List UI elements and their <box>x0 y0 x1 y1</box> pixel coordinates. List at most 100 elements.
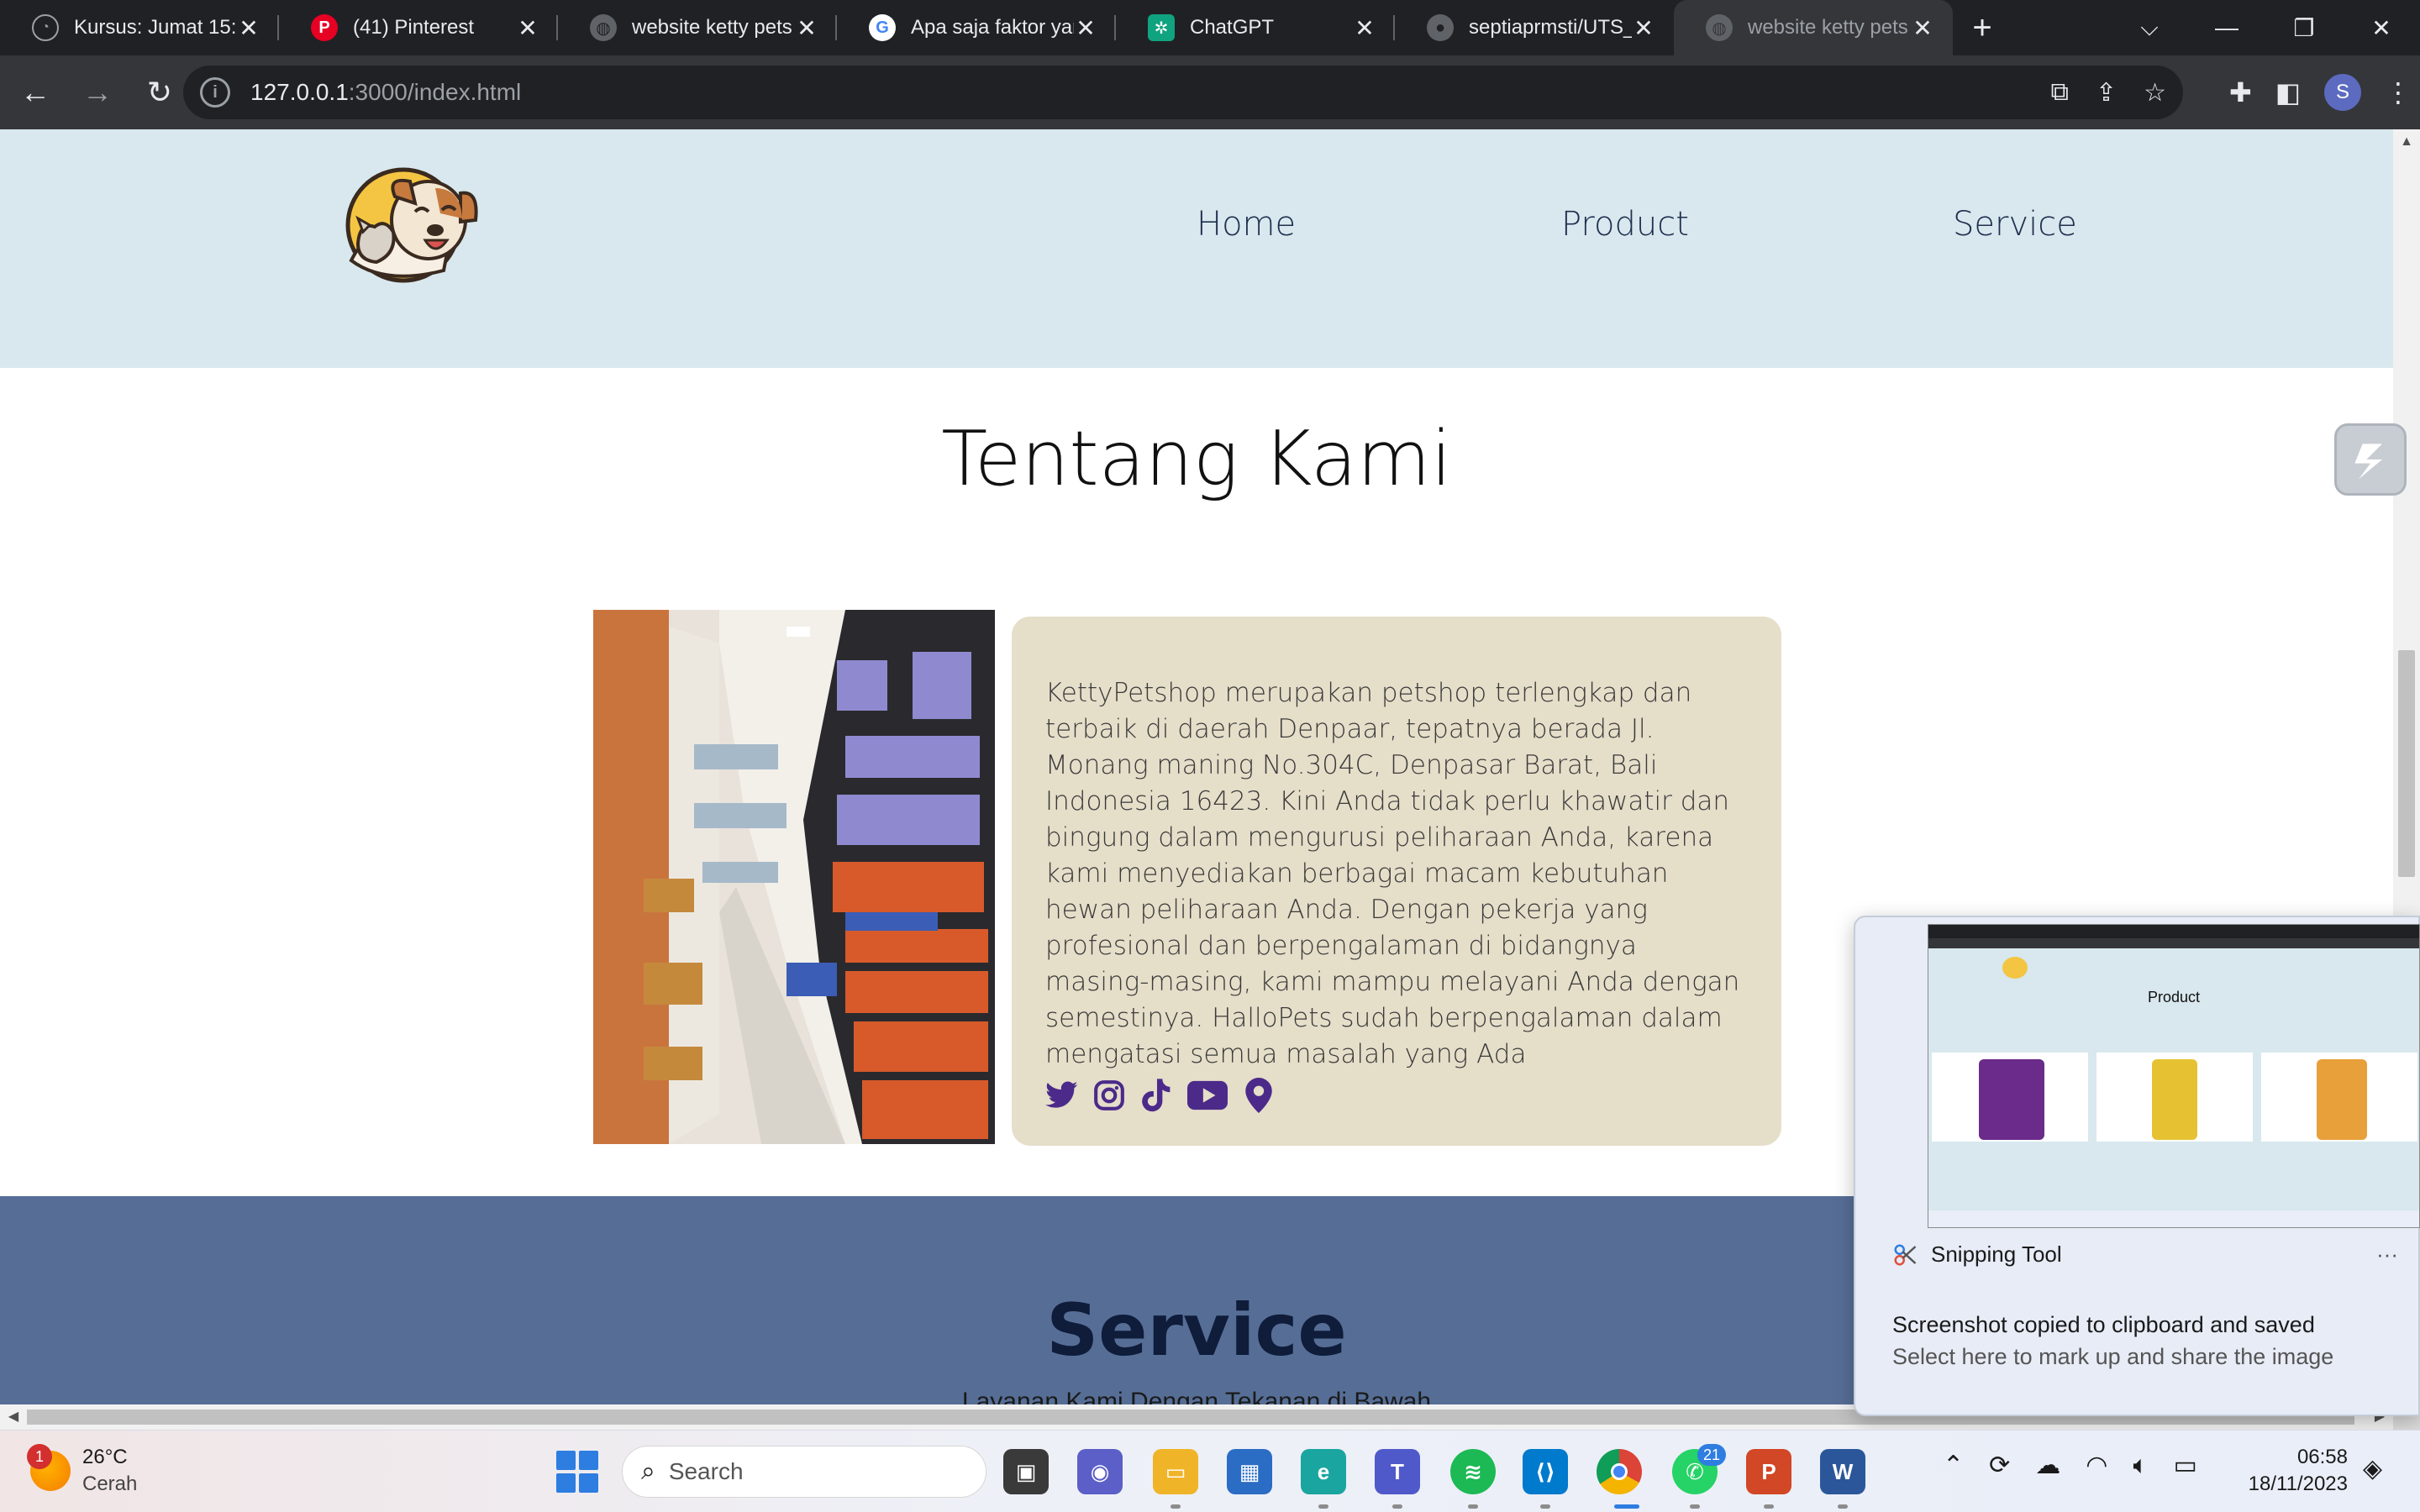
scrollbar-thumb[interactable] <box>2398 650 2415 877</box>
chrome-icon[interactable] <box>1597 1449 1642 1494</box>
toast-sub-message: Select here to mark up and share the ima… <box>1892 1344 2334 1369</box>
vscode-icon[interactable]: ⟨⟩ <box>1523 1449 1568 1494</box>
task-view-icon[interactable]: ▣ <box>1003 1449 1049 1494</box>
browser-toolbar: ← → ↻ i 127.0.0.1:3000/index.html ⧉ ⇪ ☆ … <box>0 55 2420 129</box>
tab-github[interactable]: ● septiaprmsti/UTS_ ✕ <box>1395 0 1674 55</box>
tab-google[interactable]: G Apa saja faktor yar ✕ <box>837 0 1116 55</box>
taskbar-search[interactable]: ⌕ Search <box>622 1446 986 1498</box>
restore-button[interactable]: ❐ <box>2265 0 2343 55</box>
tab-title: website ketty pets <box>632 16 792 39</box>
tab-search-icon[interactable]: ⌵ <box>2111 0 2188 55</box>
toolbar-right: ✚ ◧ S ⋮ <box>2229 66 2412 119</box>
close-window-button[interactable]: ✕ <box>2343 0 2420 55</box>
weather-temp: 26°C <box>82 1446 128 1468</box>
word-icon[interactable]: W <box>1820 1449 1865 1494</box>
tab-title: Kursus: Jumat 15:3 <box>74 16 237 39</box>
close-icon[interactable]: ✕ <box>795 14 818 42</box>
tab-chatgpt[interactable]: ✲ ChatGPT ✕ <box>1116 0 1395 55</box>
chevron-up-icon[interactable]: ⌃ <box>1943 1451 1964 1480</box>
lightning-icon <box>2354 444 2382 480</box>
running-indicator <box>1764 1504 1774 1509</box>
close-icon[interactable]: ✕ <box>1074 14 1097 42</box>
weather-widget[interactable]: 1 26°C Cerah <box>27 1444 138 1498</box>
weather-badge: 1 <box>27 1444 52 1469</box>
weather-desc: Cerah <box>82 1473 138 1495</box>
toast-app-name: Snipping Tool <box>1931 1242 2062 1267</box>
snipping-tool-icon <box>1894 1244 1917 1265</box>
powerpoint-icon[interactable]: P <box>1746 1449 1791 1494</box>
tab-title: Apa saja faktor yar <box>911 16 1074 39</box>
forward-button[interactable]: → <box>71 66 124 119</box>
extensions-icon[interactable]: ✚ <box>2229 76 2252 108</box>
scroll-up-arrow[interactable]: ▲ <box>2393 134 2420 150</box>
url-path: :3000/index.html <box>348 79 522 105</box>
chat-icon[interactable]: ◉ <box>1077 1449 1123 1494</box>
address-bar[interactable]: i 127.0.0.1:3000/index.html ⧉ ⇪ ☆ <box>183 66 2183 119</box>
close-icon[interactable]: ✕ <box>237 14 260 42</box>
about-title: Tentang Kami <box>941 415 1452 503</box>
tiktok-icon[interactable] <box>1139 1077 1173 1114</box>
avatar[interactable]: S <box>2324 74 2361 111</box>
edge-icon[interactable]: e <box>1301 1449 1346 1494</box>
twitter-icon[interactable] <box>1045 1077 1079 1114</box>
instagram-icon[interactable] <box>1092 1077 1126 1114</box>
running-indicator <box>1614 1504 1639 1509</box>
globe-icon: ◍ <box>590 14 617 41</box>
nav-product[interactable]: Product <box>1561 205 1689 244</box>
teams-icon[interactable]: T <box>1375 1449 1420 1494</box>
nav-home[interactable]: Home <box>1197 205 1296 244</box>
close-icon[interactable]: ✕ <box>1911 14 1934 42</box>
onedrive-icon[interactable]: ☁ <box>2035 1451 2060 1480</box>
reload-button[interactable]: ↻ <box>133 66 187 119</box>
new-tab-button[interactable]: + <box>1953 0 2012 55</box>
back-button[interactable]: ← <box>8 66 62 119</box>
spotify-icon[interactable]: ≋ <box>1450 1449 1496 1494</box>
tab-pinterest[interactable]: P (41) Pinterest ✕ <box>279 0 558 55</box>
close-icon[interactable]: ✕ <box>1632 14 1655 42</box>
url-host: 127.0.0.1 <box>250 79 349 105</box>
menu-kebab-icon[interactable]: ⋮ <box>2385 76 2412 108</box>
close-icon[interactable]: ✕ <box>1353 14 1376 42</box>
running-indicator <box>1468 1504 1478 1509</box>
tab-title: septiaprmsti/UTS_ <box>1469 16 1632 39</box>
clock-date: 18/11/2023 <box>2248 1473 2348 1495</box>
sync-icon[interactable]: ⟳ <box>1989 1451 2010 1480</box>
location-pin-icon[interactable] <box>1242 1077 1276 1114</box>
floating-widget-button[interactable] <box>2334 423 2407 496</box>
github-icon: ● <box>1427 14 1454 41</box>
toast-more-button[interactable]: ··· <box>2376 1242 2398 1268</box>
search-placeholder: Search <box>668 1458 744 1484</box>
screenshot-thumbnail[interactable]: Product <box>1928 924 2420 1228</box>
tab-website-ketty-active[interactable]: ◍ website ketty pets ✕ <box>1674 0 1953 55</box>
tab-website-ketty-1[interactable]: ◍ website ketty pets ✕ <box>558 0 837 55</box>
minimize-button[interactable]: — <box>2188 0 2265 55</box>
battery-icon[interactable]: ▭ <box>2173 1451 2196 1480</box>
start-button[interactable] <box>556 1451 598 1493</box>
toast-app-row: Snipping Tool <box>1892 1242 2062 1268</box>
system-tray: ⌃ ⟳ ☁ ◠ 🔈︎ ▭ <box>1943 1451 2197 1480</box>
moodle-icon: ◔ <box>32 14 59 41</box>
close-icon[interactable]: ✕ <box>516 14 539 42</box>
youtube-icon[interactable] <box>1186 1077 1228 1114</box>
chatgpt-icon: ✲ <box>1148 14 1175 41</box>
toast-message: Screenshot copied to clipboard and saved <box>1892 1312 2315 1337</box>
tab-kursus[interactable]: ◔ Kursus: Jumat 15:3 ✕ <box>0 0 279 55</box>
nav-service[interactable]: Service <box>1953 205 2077 244</box>
file-explorer-icon[interactable]: ▭ <box>1153 1449 1198 1494</box>
scroll-left-arrow[interactable]: ◀ <box>0 1404 27 1430</box>
snipping-toast[interactable]: Product Snipping Tool ··· Screenshot cop… <box>1854 916 2420 1416</box>
notification-bell-icon[interactable]: ◈ <box>2363 1454 2382 1483</box>
share-icon[interactable]: ⇪ <box>2096 78 2117 108</box>
tab-title: ChatGPT <box>1190 16 1275 39</box>
petshop-logo[interactable] <box>334 160 481 286</box>
store-icon[interactable]: ▦ <box>1227 1449 1272 1494</box>
site-info-icon[interactable]: i <box>200 77 230 108</box>
wifi-icon[interactable]: ◠ <box>2086 1451 2107 1480</box>
side-panel-icon[interactable]: ◧ <box>2275 76 2301 108</box>
weather-sun-icon: 1 <box>27 1444 71 1491</box>
about-card: KettyPetshop merupakan petshop terlengka… <box>1012 617 1781 1146</box>
volume-icon[interactable]: 🔈︎ <box>2133 1452 2148 1480</box>
translate-icon[interactable]: ⧉ <box>2051 78 2069 107</box>
clock[interactable]: 06:58 18/11/2023 <box>2238 1444 2348 1498</box>
bookmark-star-icon[interactable]: ☆ <box>2144 78 2166 108</box>
